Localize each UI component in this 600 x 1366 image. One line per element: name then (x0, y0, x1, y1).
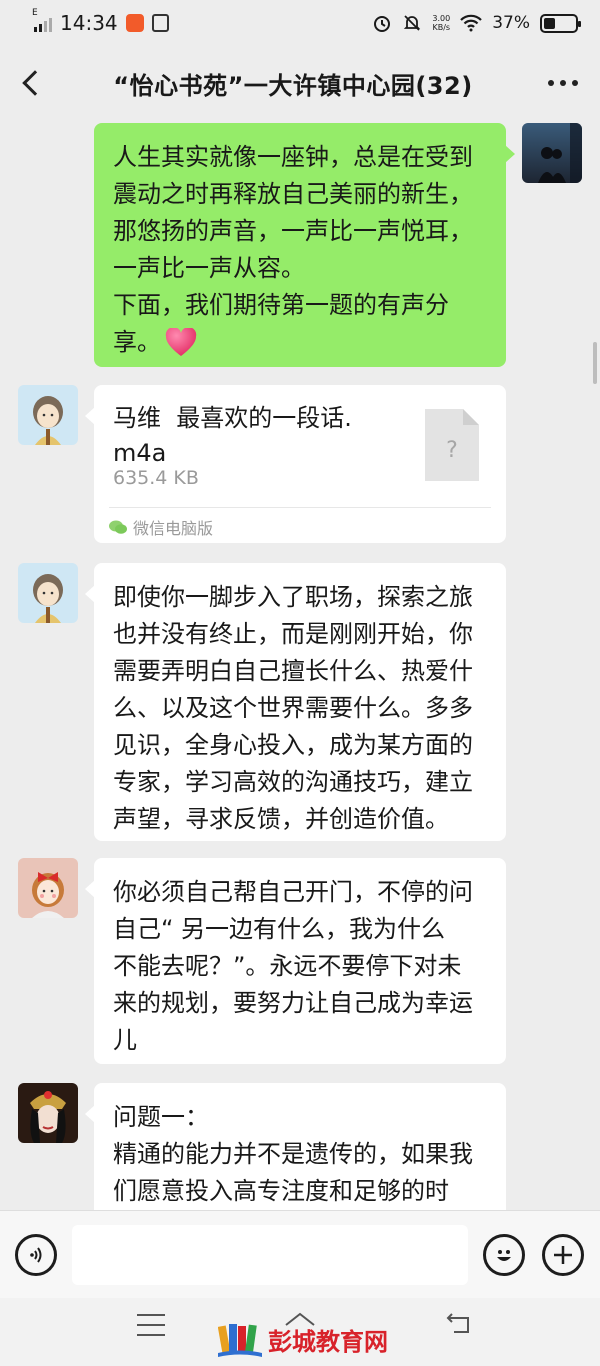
input-bar (0, 1210, 600, 1298)
wechat-icon (109, 520, 127, 534)
message-bubble-self[interactable]: 人生其实就像一座钟，总是在受到 震动之时再释放自己美丽的新生， 那悠扬的声音，一… (94, 123, 515, 367)
nav-back-button[interactable] (444, 1312, 472, 1338)
back-arrow-icon (22, 70, 48, 96)
wifi-icon (460, 14, 482, 32)
member-avatar-bow-girl[interactable] (18, 858, 78, 918)
file-message-card[interactable]: 马维 最喜欢的一段话. m4a 635.4 KB ? 微信电脑版 (85, 385, 506, 543)
message-bubble-other[interactable]: 问题一： 精通的能力并不是遗传的，如果我 们愿意投入高专注度和足够的时 (85, 1083, 506, 1210)
message-text: 你必须自己帮自己开门，不停的问 自己“ 另一边有什么，我为什么 不能去呢？”。永… (113, 878, 473, 1054)
net-speed: 3.00 KB/s (432, 14, 451, 32)
mute-bell-icon (404, 15, 421, 31)
svg-text:?: ? (446, 438, 458, 463)
system-nav-bar: 彭城教育网 (0, 1298, 600, 1366)
self-avatar[interactable] (522, 123, 582, 183)
unknown-file-icon: ? (425, 409, 479, 481)
status-bar: E 14:34 3.00 KB/s 37% (0, 0, 600, 46)
scrollbar[interactable] (593, 342, 597, 384)
message-bubble-other[interactable]: 你必须自己帮自己开门，不停的问 自己“ 另一边有什么，我为什么 不能去呢？”。永… (85, 858, 506, 1064)
file-size: 635.4 KB (113, 467, 199, 489)
more-functions-button[interactable] (542, 1234, 584, 1276)
plus-icon (554, 1246, 572, 1264)
more-options-button[interactable] (526, 46, 600, 120)
watermark: 彭城教育网 (218, 1320, 388, 1358)
emoji-icon (497, 1250, 511, 1261)
file-source-label: 微信电脑版 (133, 519, 214, 538)
message-text: 问题一： 精通的能力并不是遗传的，如果我 们愿意投入高专注度和足够的时 (113, 1103, 473, 1205)
watermark-text: 彭城教育网 (268, 1327, 388, 1356)
member-avatar-costume[interactable] (18, 1083, 78, 1143)
chat-title: “怡心书苑”一大许镇中心园(32) (113, 71, 473, 100)
member-avatar-girl[interactable] (18, 385, 78, 445)
message-list[interactable]: 人生其实就像一座钟，总是在受到 震动之时再释放自己美丽的新生， 那悠扬的声音，一… (0, 120, 600, 1210)
network-type-label: E (32, 8, 38, 18)
more-dot-icon (572, 80, 578, 86)
member-avatar-girl[interactable] (18, 563, 78, 623)
file-source: 微信电脑版 (109, 515, 213, 539)
battery-icon (540, 13, 581, 33)
books-logo-icon (218, 1324, 262, 1357)
chat-header: “怡心书苑”一大许镇中心园(32) (0, 46, 600, 120)
heart-emoji-icon (165, 328, 197, 356)
battery-percent: 37% (492, 13, 530, 33)
more-dot-icon (560, 80, 566, 86)
notification-app-icon (125, 14, 144, 32)
back-button[interactable] (0, 46, 60, 120)
alarm-icon (374, 16, 391, 32)
recent-apps-button[interactable] (137, 1314, 165, 1336)
file-card-divider (109, 507, 491, 508)
file-name: 马维 最喜欢的一段话. m4a (113, 404, 352, 467)
message-bubble-other[interactable]: 即使你一脚步入了职场，探索之旅 也并没有终止，而是刚刚开始，你 需要弄明白自己擅… (85, 563, 506, 841)
message-input[interactable] (72, 1225, 468, 1285)
emoji-button[interactable] (483, 1234, 525, 1276)
message-text: 人生其实就像一座钟，总是在受到 震动之时再释放自己美丽的新生， 那悠扬的声音，一… (113, 143, 473, 356)
voice-button[interactable] (15, 1234, 57, 1276)
message-text: 即使你一脚步入了职场，探索之旅 也并没有终止，而是刚刚开始，你 需要弄明白自己擅… (113, 583, 473, 833)
more-dot-icon (548, 80, 554, 86)
voice-icon (30, 1247, 42, 1263)
notification-card-icon (151, 14, 169, 32)
status-time: 14:34 (60, 11, 118, 35)
signal-icon: E (32, 8, 52, 32)
